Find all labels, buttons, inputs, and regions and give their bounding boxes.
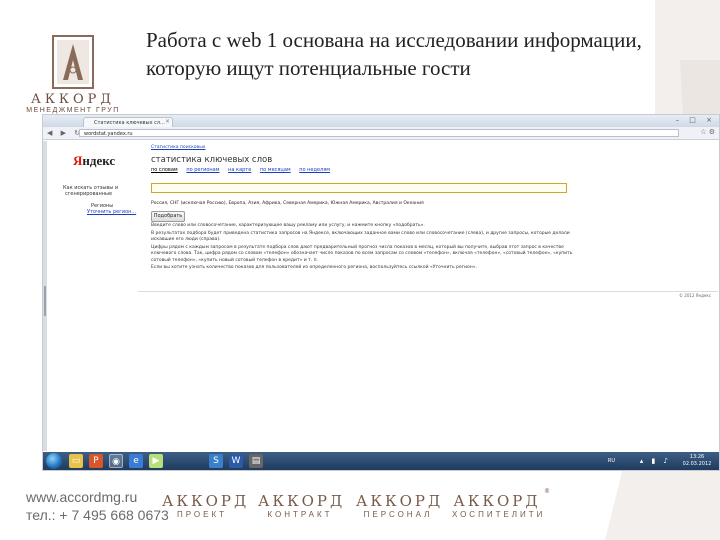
address-bar: ◀ ▶ ↻ wordstat.yandex.ru ☆ ⚙ (43, 127, 719, 140)
wrench-icon[interactable]: ☆ ⚙ (700, 128, 715, 137)
slide-title: Работа с web 1 основана на исследовании … (146, 28, 642, 80)
brand-name: АККОРД (356, 492, 444, 510)
tab-by-words[interactable]: по словам (151, 167, 178, 173)
windows-taskbar: ▭ P ◉ e ▶ S W ▤ RU ▴ ▮ ♪ 13:26 02.03.201… (43, 452, 719, 470)
refine-region-link[interactable]: Уточнить регион... (87, 209, 136, 215)
browser-window: Статистика ключевых сл... × – □ × ◀ ▶ ↻ … (42, 114, 720, 471)
yandex-wordstat-page: Статистика поисковых Яндекс статистика к… (43, 141, 719, 451)
brand-logo-personnel: АККОРД ПЕРСОНАЛ (356, 492, 440, 520)
yandex-logo[interactable]: Яндекс (73, 153, 115, 169)
yandex-logo-first-letter: Я (73, 153, 83, 168)
browser-tabbar: Статистика ключевых сл... × – □ × (43, 115, 719, 127)
clock-date: 02.03.2012 (682, 461, 712, 467)
start-button[interactable] (46, 453, 62, 469)
top-link[interactable]: Статистика поисковых (151, 145, 205, 150)
accord-logo: АККОРД МЕНЕДЖМЕНТ ГРУП (14, 34, 132, 124)
ie-icon[interactable]: e (129, 454, 143, 468)
media-icon[interactable]: ▶ (149, 454, 163, 468)
help-paragraph: Цифры рядом с каждым запросом в результа… (151, 244, 573, 263)
tab-by-months[interactable]: по месяцам (260, 167, 291, 173)
brand-name: АККОРД (453, 492, 541, 510)
pick-button[interactable]: Подобрать (151, 211, 185, 222)
tab-on-map[interactable]: на карте (228, 167, 251, 173)
regions-list: Россия, СНГ (исключая Россию), Европа, А… (151, 201, 424, 206)
brand-logo-contract: АККОРД КОНТРАКТ (258, 492, 342, 520)
scroll-thumb[interactable] (44, 286, 46, 316)
tab-by-weeks[interactable]: по неделям (299, 167, 330, 173)
copyright: © 2012 Яндекс (679, 293, 711, 298)
explorer-icon[interactable]: ▭ (69, 454, 83, 468)
help-paragraph: Если вы хотите узнать количество показов… (151, 265, 477, 270)
brand-logo-hospitality: АККОРД ХОСПИТЕЛИТИ ® (452, 488, 550, 520)
powerpoint-icon[interactable]: P (89, 454, 103, 468)
brand-logos: АККОРД ПРОЕКТ АККОРД КОНТРАКТ АККОРД ПЕР… (0, 488, 720, 522)
help-paragraph: В результатах подбора будет приведена ст… (151, 230, 570, 243)
filter-tabs: по словам по регионам на карте по месяца… (151, 167, 337, 173)
skype-icon[interactable]: S (209, 454, 223, 468)
tab-close-icon[interactable]: × (165, 118, 170, 126)
brand-sub: ХОСПИТЕЛИТИ (452, 510, 546, 519)
brand-sub: ПЕРСОНАЛ (363, 510, 433, 519)
chrome-icon[interactable]: ◉ (109, 454, 123, 468)
accord-emblem-icon (52, 35, 94, 89)
word-icon[interactable]: W (229, 454, 243, 468)
registered-mark: ® (544, 488, 550, 495)
brand-name: АККОРД (162, 492, 250, 510)
service-title: статистика ключевых слов (151, 155, 273, 165)
url-field[interactable]: wordstat.yandex.ru (79, 129, 679, 137)
brand-name: АККОРД (258, 492, 346, 510)
logo-name: АККОРД (31, 92, 115, 107)
tab-by-regions[interactable]: по регионам (186, 167, 219, 173)
back-forward-icon[interactable]: ◀ ▶ ↻ (47, 129, 83, 137)
search-input[interactable] (151, 183, 567, 193)
yandex-logo-rest: ндекс (82, 153, 116, 168)
window-controls[interactable]: – □ × (676, 116, 716, 124)
logo-subtitle: МЕНЕДЖМЕНТ ГРУП (26, 107, 120, 114)
clock[interactable]: 13:26 02.03.2012 (679, 454, 715, 468)
footer-divider (138, 291, 718, 292)
page-scrollbar[interactable] (43, 141, 47, 451)
brand-logo-project: АККОРД ПРОЕКТ (162, 492, 250, 520)
brand-sub: КОНТРАКТ (267, 510, 333, 519)
language-indicator[interactable]: RU (608, 458, 615, 464)
brand-sub: ПРОЕКТ (176, 510, 227, 519)
help-paragraph: Введите слово или словосочетание, характ… (151, 223, 425, 228)
browser-tab[interactable]: Статистика ключевых сл... (83, 117, 173, 127)
tray-icons[interactable]: ▴ ▮ ♪ (640, 457, 671, 465)
help-text: Введите слово или словосочетание, характ… (151, 223, 581, 273)
sidebar-text-2: сгенерированные (65, 191, 113, 197)
clock-time: 13:26 (689, 454, 705, 460)
app-icon[interactable]: ▤ (249, 454, 263, 468)
tab-title: Статистика ключевых сл... (94, 120, 165, 126)
